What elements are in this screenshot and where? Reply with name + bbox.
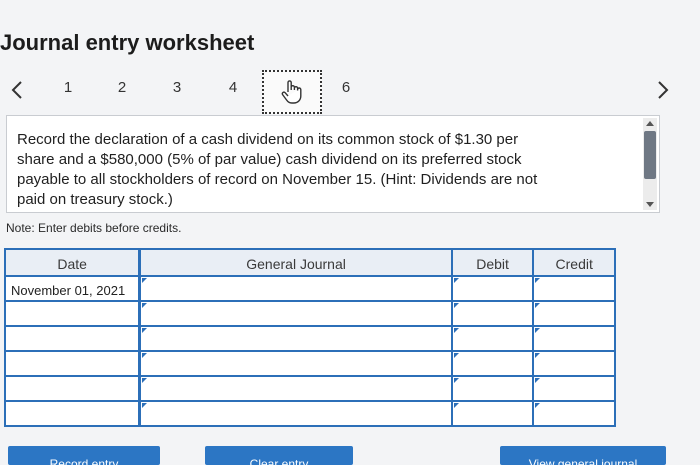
record-entry-button[interactable]: Record entry [8,446,160,465]
journal-row [6,375,615,400]
question-line: Record the declaration of a cash dividen… [17,131,519,148]
journal-header-row: Date General Journal Debit Credit [6,250,615,275]
debit-input[interactable] [452,402,533,425]
credit-input[interactable] [534,352,615,375]
chevron-right-icon[interactable] [648,70,678,110]
date-cell: November 01, 2021 [6,277,139,300]
note-text: Note: Enter debits before credits. [6,221,182,235]
page-link-4[interactable]: 4 [218,79,248,96]
question-panel: Record the declaration of a cash dividen… [6,115,660,213]
page-link-2[interactable]: 2 [107,79,137,96]
credit-input[interactable] [534,402,615,425]
scroll-up-icon[interactable] [646,121,654,126]
page-title: Journal entry worksheet [0,30,255,55]
date-cell [6,377,139,400]
column-header-debit: Debit [452,250,533,275]
column-header-general-journal: General Journal [141,250,451,275]
journal-row: November 01, 2021 [6,275,615,300]
credit-input[interactable] [534,327,615,350]
page-link-5-current[interactable] [262,70,322,114]
question-line: paid on treasury stock.) [17,191,173,208]
account-input[interactable] [141,402,451,425]
scroll-thumb[interactable] [644,131,656,179]
date-cell [6,302,139,325]
clear-entry-button[interactable]: Clear entry [205,446,353,465]
chevron-left-icon[interactable] [2,70,32,110]
journal-row [6,400,615,425]
account-input[interactable] [141,352,451,375]
account-input[interactable] [141,277,451,300]
debit-input[interactable] [452,352,533,375]
entry-pagination: 1 2 3 4 6 [0,70,700,114]
question-scrollbar[interactable] [643,118,657,210]
debit-input[interactable] [452,377,533,400]
page-link-6[interactable]: 6 [331,79,361,96]
date-cell [6,402,139,425]
account-input[interactable] [141,327,451,350]
account-input[interactable] [141,302,451,325]
debit-input[interactable] [452,302,533,325]
credit-input[interactable] [534,277,615,300]
date-cell [6,352,139,375]
debit-input[interactable] [452,327,533,350]
page-link-1[interactable]: 1 [53,79,83,96]
journal-row [6,325,615,350]
page-link-3[interactable]: 3 [162,79,192,96]
column-header-date: Date [6,250,139,275]
date-cell [6,327,139,350]
journal-row [6,350,615,375]
journal-table: Date General Journal Debit Credit Novemb… [4,248,616,427]
hand-pointer-icon [281,80,302,104]
credit-input[interactable] [534,377,615,400]
account-input[interactable] [141,377,451,400]
question-line: share and a $580,000 (5% of par value) c… [17,151,522,168]
question-line: payable to all stockholders of record on… [17,171,538,188]
journal-row [6,300,615,325]
column-header-credit: Credit [534,250,615,275]
view-general-journal-button[interactable]: View general journal [500,446,666,465]
credit-input[interactable] [534,302,615,325]
debit-input[interactable] [452,277,533,300]
scroll-down-icon[interactable] [646,202,654,207]
question-text: Record the declaration of a cash dividen… [17,130,627,210]
